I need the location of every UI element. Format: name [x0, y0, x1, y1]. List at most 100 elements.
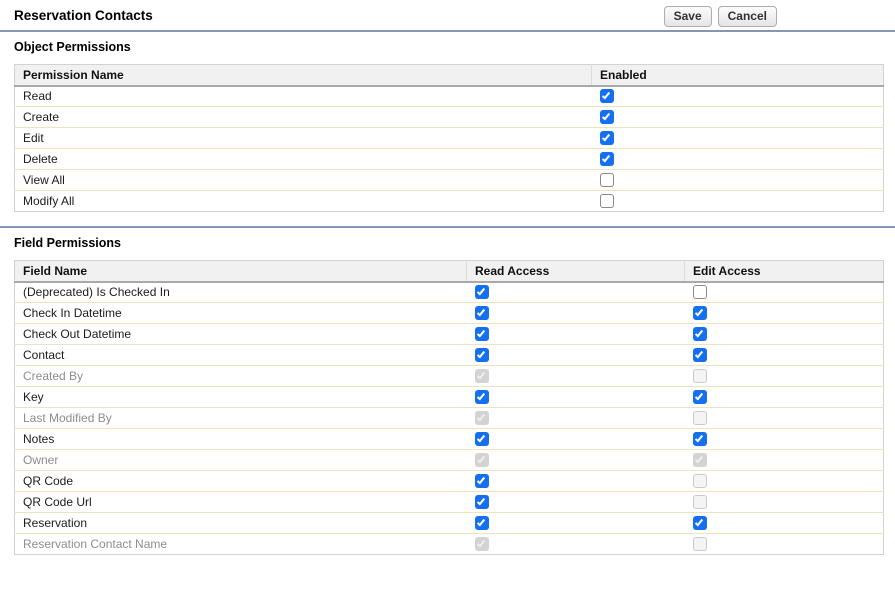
checkmark-icon: [477, 538, 485, 547]
field-permissions-header-row: Field Name Read Access Edit Access: [15, 261, 884, 282]
read-access-checkbox[interactable]: [475, 348, 489, 362]
enabled-checkbox[interactable]: [600, 194, 614, 208]
checkmark-icon: [477, 412, 485, 421]
checkmark-icon: [602, 111, 610, 120]
table-row: Check Out Datetime: [15, 324, 884, 345]
edit-access-cell: [685, 408, 884, 429]
checkmark-icon: [477, 517, 485, 526]
checkmark-icon: [602, 153, 610, 162]
field-name-cell: Contact: [15, 345, 467, 366]
enabled-checkbox[interactable]: [600, 173, 614, 187]
edit-access-checkbox: [693, 411, 707, 425]
edit-access-checkbox[interactable]: [693, 306, 707, 320]
page-title: Reservation Contacts: [14, 8, 153, 23]
table-row: Create: [15, 107, 884, 128]
permission-name-cell: View All: [15, 170, 592, 191]
enabled-cell: [592, 107, 884, 128]
table-row: Reservation Contact Name: [15, 534, 884, 555]
edit-access-cell: [685, 513, 884, 534]
checkmark-icon: [602, 91, 610, 100]
object-permissions-heading: Object Permissions: [0, 32, 895, 64]
table-row: Key: [15, 387, 884, 408]
enabled-cell: [592, 86, 884, 107]
table-row: QR Code Url: [15, 492, 884, 513]
edit-access-checkbox[interactable]: [693, 348, 707, 362]
column-header-read-access: Read Access: [467, 261, 685, 282]
enabled-checkbox[interactable]: [600, 110, 614, 124]
read-access-checkbox[interactable]: [475, 495, 489, 509]
table-row: Read: [15, 86, 884, 107]
enabled-checkbox[interactable]: [600, 89, 614, 103]
edit-access-checkbox: [693, 495, 707, 509]
edit-access-checkbox[interactable]: [693, 432, 707, 446]
edit-access-checkbox[interactable]: [693, 285, 707, 299]
read-access-checkbox[interactable]: [475, 516, 489, 530]
field-name-cell: Check In Datetime: [15, 303, 467, 324]
checkmark-icon: [695, 433, 703, 442]
read-access-checkbox[interactable]: [475, 327, 489, 341]
field-name-cell: Key: [15, 387, 467, 408]
field-permissions-table: Field Name Read Access Edit Access (Depr…: [14, 260, 884, 555]
read-access-cell: [467, 534, 685, 555]
read-access-checkbox[interactable]: [475, 285, 489, 299]
column-header-enabled: Enabled: [592, 65, 884, 86]
edit-access-cell: [685, 366, 884, 387]
checkmark-icon: [477, 328, 485, 337]
edit-access-cell: [685, 345, 884, 366]
edit-access-cell: [685, 429, 884, 450]
header-button-group: Save Cancel: [664, 6, 777, 27]
object-permissions-table: Permission Name Enabled ReadCreateEditDe…: [14, 64, 884, 212]
read-access-cell: [467, 345, 685, 366]
edit-access-cell: [685, 282, 884, 303]
edit-access-cell: [685, 303, 884, 324]
field-name-cell: QR Code: [15, 471, 467, 492]
edit-access-checkbox[interactable]: [693, 516, 707, 530]
edit-access-checkbox[interactable]: [693, 327, 707, 341]
read-access-checkbox[interactable]: [475, 432, 489, 446]
checkmark-icon: [695, 454, 703, 463]
field-name-cell: Reservation: [15, 513, 467, 534]
checkmark-icon: [695, 391, 703, 400]
object-permissions-header-row: Permission Name Enabled: [15, 65, 884, 86]
checkmark-icon: [477, 349, 485, 358]
permission-name-cell: Create: [15, 107, 592, 128]
read-access-checkbox[interactable]: [475, 390, 489, 404]
table-row: Edit: [15, 128, 884, 149]
table-row: Created By: [15, 366, 884, 387]
table-row: Delete: [15, 149, 884, 170]
checkmark-icon: [477, 454, 485, 463]
read-access-checkbox: [475, 453, 489, 467]
checkmark-icon: [477, 287, 485, 296]
read-access-checkbox: [475, 411, 489, 425]
read-access-checkbox[interactable]: [475, 306, 489, 320]
table-row: Notes: [15, 429, 884, 450]
field-name-cell: QR Code Url: [15, 492, 467, 513]
table-row: QR Code: [15, 471, 884, 492]
read-access-cell: [467, 387, 685, 408]
read-access-cell: [467, 429, 685, 450]
table-row: Owner: [15, 450, 884, 471]
field-name-cell: Check Out Datetime: [15, 324, 467, 345]
edit-access-cell: [685, 387, 884, 408]
enabled-cell: [592, 149, 884, 170]
edit-access-cell: [685, 534, 884, 555]
save-button[interactable]: Save: [664, 6, 712, 27]
read-access-cell: [467, 513, 685, 534]
edit-access-cell: [685, 324, 884, 345]
edit-access-checkbox: [693, 537, 707, 551]
read-access-checkbox[interactable]: [475, 474, 489, 488]
edit-access-checkbox[interactable]: [693, 390, 707, 404]
edit-access-cell: [685, 492, 884, 513]
edit-access-cell: [685, 450, 884, 471]
read-access-cell: [467, 471, 685, 492]
cancel-button[interactable]: Cancel: [718, 6, 777, 27]
table-row: (Deprecated) Is Checked In: [15, 282, 884, 303]
checkmark-icon: [477, 370, 485, 379]
read-access-cell: [467, 366, 685, 387]
enabled-checkbox[interactable]: [600, 152, 614, 166]
edit-access-checkbox: [693, 369, 707, 383]
enabled-checkbox[interactable]: [600, 131, 614, 145]
field-name-cell: Last Modified By: [15, 408, 467, 429]
checkmark-icon: [602, 132, 610, 141]
table-row: View All: [15, 170, 884, 191]
